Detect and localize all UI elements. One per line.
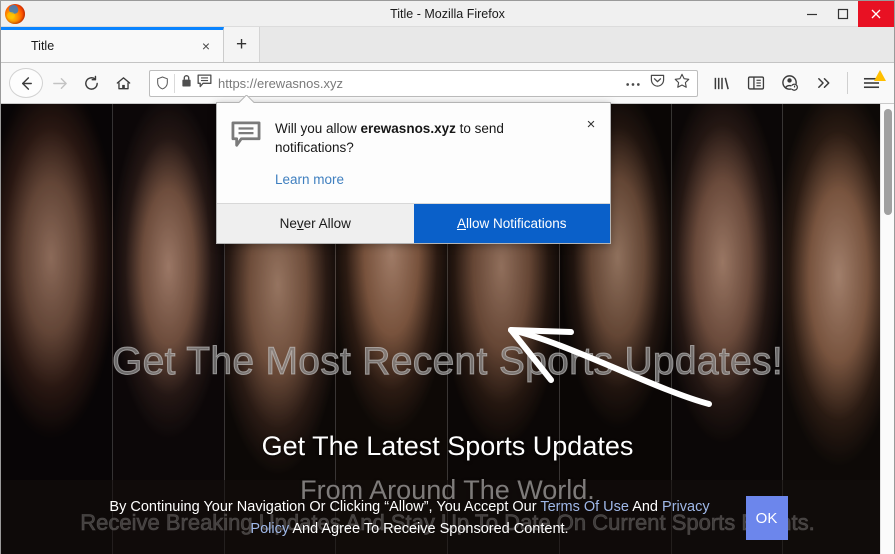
toolbar-separator xyxy=(847,72,848,94)
forward-button[interactable] xyxy=(43,68,75,98)
never-allow-accelerator: v xyxy=(296,216,304,231)
account-sync-icon[interactable] xyxy=(774,68,806,98)
sidebar-icon[interactable] xyxy=(740,68,772,98)
overflow-chevron-icon[interactable] xyxy=(808,68,840,98)
reload-button[interactable] xyxy=(75,68,107,98)
tab-bar-empty-area xyxy=(260,27,894,62)
cookie-text-part-2: And xyxy=(628,499,663,515)
allow-accelerator: A xyxy=(456,216,466,231)
window-controls xyxy=(796,1,894,27)
window-title: Title - Mozilla Firefox xyxy=(390,6,505,21)
title-bar: Title - Mozilla Firefox xyxy=(1,1,894,27)
popup-question-prefix: Will you allow xyxy=(275,121,361,136)
library-icon[interactable] xyxy=(706,68,738,98)
page-actions-icon[interactable] xyxy=(625,74,641,92)
tab-bar: Title × + xyxy=(1,27,894,63)
cookie-consent-bar: By Continuing Your Navigation Or Clickin… xyxy=(1,480,882,554)
navigation-toolbar: https://erewasnos.xyz xyxy=(1,63,894,104)
firefox-logo-icon xyxy=(5,3,25,24)
learn-more-link[interactable]: Learn more xyxy=(275,172,344,187)
cookie-ok-button[interactable]: OK xyxy=(745,496,788,540)
never-allow-button[interactable]: Never Allow xyxy=(217,204,414,243)
cookie-text-part-1: By Continuing Your Navigation Or Clickin… xyxy=(109,499,541,515)
terms-of-use-link[interactable]: Terms Of Use xyxy=(540,499,629,515)
new-tab-button[interactable]: + xyxy=(224,27,260,62)
padlock-icon[interactable] xyxy=(181,74,192,93)
allow-post: llow Notifications xyxy=(465,216,567,231)
identity-shield-icon[interactable] xyxy=(152,73,175,93)
close-button[interactable] xyxy=(858,1,894,27)
cookie-text-part-3: And Agree To Receive Sponsored Content. xyxy=(289,521,569,537)
popup-body: Will you allow erewasnos.xyz to send not… xyxy=(217,103,610,203)
bookmark-star-icon[interactable] xyxy=(674,73,690,94)
popup-message: Will you allow erewasnos.xyz to send not… xyxy=(275,119,596,189)
never-allow-pre: Ne xyxy=(279,216,297,231)
notification-bubble-icon[interactable] xyxy=(197,73,212,93)
maximize-button[interactable] xyxy=(827,1,858,27)
popup-domain: erewasnos.xyz xyxy=(360,121,456,136)
notification-bubble-icon xyxy=(231,121,261,151)
notification-permission-popup: Will you allow erewasnos.xyz to send not… xyxy=(216,102,611,244)
firefox-browser-window: Title - Mozilla Firefox Title × + https:… xyxy=(0,0,895,554)
vertical-scrollbar[interactable] xyxy=(880,104,894,554)
scrollbar-thumb[interactable] xyxy=(884,109,892,215)
popup-close-icon[interactable]: × xyxy=(582,115,600,133)
update-warning-badge-icon xyxy=(874,70,886,81)
allow-notifications-button[interactable]: Allow Notifications xyxy=(413,204,610,243)
page-subheadline-1: Get The Latest Sports Updates xyxy=(261,431,634,461)
popup-tail xyxy=(239,95,254,103)
never-allow-post: er Allow xyxy=(303,216,351,231)
toolbar-actions xyxy=(706,68,889,98)
minimize-button[interactable] xyxy=(796,1,827,27)
home-button[interactable] xyxy=(107,68,139,98)
tab-close-icon[interactable]: × xyxy=(197,37,215,55)
hamburger-menu-button[interactable] xyxy=(855,68,887,98)
url-bar[interactable]: https://erewasnos.xyz xyxy=(149,69,698,97)
popup-actions: Never Allow Allow Notifications xyxy=(217,203,610,243)
back-button[interactable] xyxy=(9,68,43,98)
pocket-icon[interactable] xyxy=(650,73,665,93)
page-headline: Get The Most Recent Sports Updates! xyxy=(112,340,784,384)
tab-label: Title xyxy=(31,39,55,53)
tab-title[interactable]: Title × xyxy=(1,27,224,62)
url-input[interactable]: https://erewasnos.xyz xyxy=(218,76,625,91)
cookie-consent-text: By Continuing Your Navigation Or Clickin… xyxy=(96,496,724,540)
popup-question: Will you allow erewasnos.xyz to send not… xyxy=(275,119,576,157)
